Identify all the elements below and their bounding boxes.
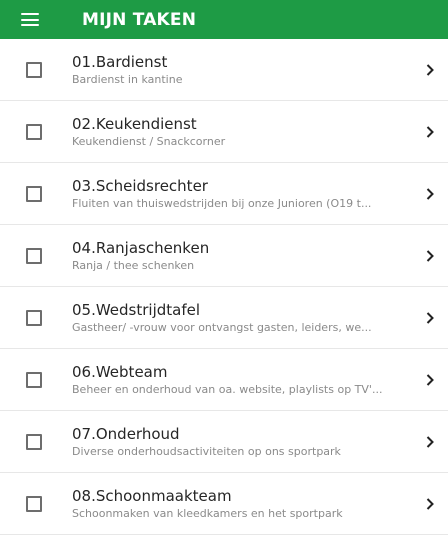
chevron-right-icon (416, 125, 444, 138)
app-root: MIJN TAKEN 01.Bardienst Bardienst in kan… (0, 0, 448, 539)
task-texts: 08.Schoonmaakteam Schoonmaken van kleedk… (72, 486, 416, 521)
task-item-schoonmaakteam[interactable]: 08.Schoonmaakteam Schoonmaken van kleedk… (0, 473, 448, 535)
task-title: 02.Keukendienst (72, 115, 197, 133)
chevron-right-icon (416, 187, 444, 200)
task-checkbox[interactable] (26, 247, 42, 264)
task-title: 07.Onderhoud (72, 425, 180, 443)
task-subtitle: Diverse onderhoudsactiviteiten op ons sp… (72, 445, 341, 458)
task-texts: 01.Bardienst Bardienst in kantine (72, 52, 416, 87)
task-item-keukendienst[interactable]: 02.Keukendienst Keukendienst / Snackcorn… (0, 101, 448, 163)
task-item-ranjaschenken[interactable]: 04.Ranjaschenken Ranja / thee schenken (0, 225, 448, 287)
task-subtitle: Gastheer/ -vrouw voor ontvangst gasten, … (72, 321, 372, 334)
task-checkbox[interactable] (26, 495, 42, 512)
chevron-right-icon (416, 435, 444, 448)
task-texts: 05.Wedstrijdtafel Gastheer/ -vrouw voor … (72, 300, 416, 335)
task-checkbox[interactable] (26, 433, 42, 450)
task-title: 01.Bardienst (72, 53, 168, 71)
chevron-right-icon (416, 63, 444, 76)
task-checkbox[interactable] (26, 371, 42, 388)
task-checkbox[interactable] (26, 61, 42, 78)
task-list: 01.Bardienst Bardienst in kantine 02.Keu… (0, 39, 448, 535)
task-subtitle: Bardienst in kantine (72, 73, 183, 86)
task-texts: 02.Keukendienst Keukendienst / Snackcorn… (72, 114, 416, 149)
task-title: 08.Schoonmaakteam (72, 487, 232, 505)
task-texts: 06.Webteam Beheer en onderhoud van oa. w… (72, 362, 416, 397)
task-subtitle: Keukendienst / Snackcorner (72, 135, 226, 148)
task-item-wedstrijdtafel[interactable]: 05.Wedstrijdtafel Gastheer/ -vrouw voor … (0, 287, 448, 349)
task-checkbox[interactable] (26, 309, 42, 326)
task-subtitle: Ranja / thee schenken (72, 259, 195, 272)
chevron-right-icon (416, 311, 444, 324)
task-subtitle: Fluiten van thuiswedstrijden bij onze Ju… (72, 197, 372, 210)
task-title: 03.Scheidsrechter (72, 177, 208, 195)
app-header: MIJN TAKEN (0, 0, 448, 39)
chevron-right-icon (416, 373, 444, 386)
task-title: 04.Ranjaschenken (72, 239, 210, 257)
task-texts: 07.Onderhoud Diverse onderhoudsactivitei… (72, 424, 416, 459)
task-subtitle: Schoonmaken van kleedkamers en het sport… (72, 507, 343, 520)
task-item-scheidsrechter[interactable]: 03.Scheidsrechter Fluiten van thuiswedst… (0, 163, 448, 225)
page-title: MIJN TAKEN (82, 9, 197, 30)
task-subtitle: Beheer en onderhoud van oa. website, pla… (72, 383, 383, 396)
task-item-bardienst[interactable]: 01.Bardienst Bardienst in kantine (0, 39, 448, 101)
task-title: 05.Wedstrijdtafel (72, 301, 201, 319)
task-texts: 03.Scheidsrechter Fluiten van thuiswedst… (72, 176, 416, 211)
task-texts: 04.Ranjaschenken Ranja / thee schenken (72, 238, 416, 273)
task-item-webteam[interactable]: 06.Webteam Beheer en onderhoud van oa. w… (0, 349, 448, 411)
menu-button[interactable] (0, 0, 60, 39)
hamburger-menu-icon (21, 13, 39, 26)
task-checkbox[interactable] (26, 185, 42, 202)
chevron-right-icon (416, 249, 444, 262)
chevron-right-icon (416, 497, 444, 510)
task-checkbox[interactable] (26, 123, 42, 140)
task-item-onderhoud[interactable]: 07.Onderhoud Diverse onderhoudsactivitei… (0, 411, 448, 473)
task-title: 06.Webteam (72, 363, 168, 381)
